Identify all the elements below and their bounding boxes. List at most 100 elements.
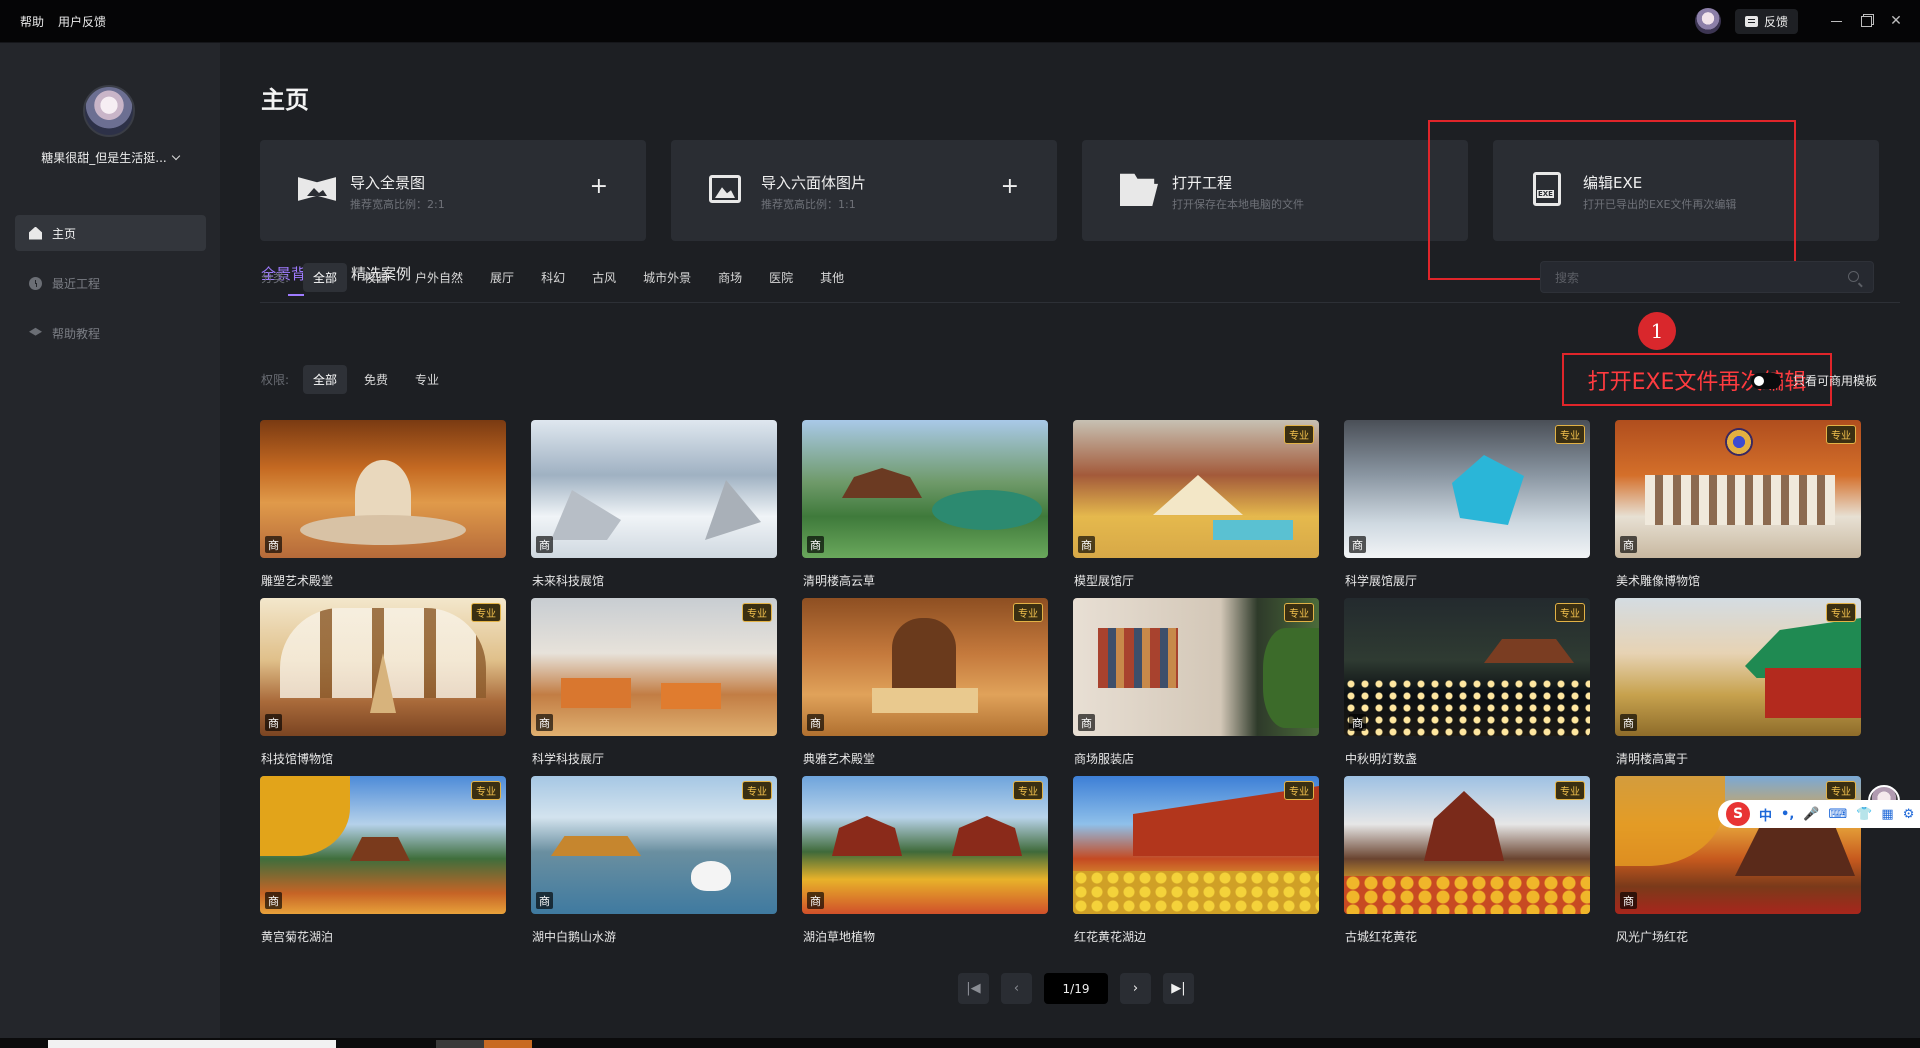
template-card[interactable]: 专业商模型展馆厅: [1073, 420, 1319, 598]
profile-name[interactable]: 糖果很甜_但是生活挺...: [0, 149, 220, 166]
commercial-badge: 商: [1078, 714, 1095, 731]
permission-filter-label: 权限:: [261, 373, 290, 387]
menu-help[interactable]: 帮助: [14, 9, 50, 34]
template-name: 美术雕像博物馆: [1616, 574, 1701, 588]
sidebar: 糖果很甜_但是生活挺... 主页 最近工程 帮助教程: [0, 43, 220, 1038]
category-chip-campus[interactable]: 校园: [354, 263, 398, 292]
template-card[interactable]: 专业商湖泊草地植物: [802, 776, 1048, 954]
template-card[interactable]: 专业商黄宫菊花湖泊: [260, 776, 506, 954]
template-thumbnail[interactable]: 专业商: [260, 598, 506, 736]
template-thumbnail[interactable]: 专业商: [1615, 420, 1861, 558]
template-thumbnail[interactable]: 商: [802, 420, 1048, 558]
prev-page-button[interactable]: ‹: [1001, 973, 1032, 1004]
template-thumbnail[interactable]: 专业商: [260, 776, 506, 914]
category-chip-other[interactable]: 其他: [810, 263, 854, 292]
template-thumbnail[interactable]: 专业商: [1344, 420, 1590, 558]
template-card[interactable]: 专业商典雅艺术殿堂: [802, 598, 1048, 776]
category-chip-outdoor[interactable]: 户外自然: [405, 263, 473, 292]
punctuation-icon[interactable]: •,: [1781, 807, 1794, 822]
template-name: 典雅艺术殿堂: [803, 752, 876, 766]
next-page-button[interactable]: ›: [1120, 973, 1151, 1004]
profile-avatar[interactable]: [83, 85, 135, 137]
toolbox-icon[interactable]: ▦: [1881, 807, 1893, 822]
search-icon[interactable]: [1848, 271, 1859, 282]
taskbar-item[interactable]: [484, 1040, 532, 1048]
template-card[interactable]: 商清明楼高云草: [802, 420, 1048, 598]
template-thumbnail[interactable]: 专业商: [802, 776, 1048, 914]
page-indicator[interactable]: 1/19: [1044, 973, 1108, 1004]
template-thumbnail[interactable]: 专业商: [531, 776, 777, 914]
commercial-only-toggle[interactable]: 只看可商用模板: [1751, 372, 1877, 389]
template-thumbnail[interactable]: 专业商: [1344, 598, 1590, 736]
permission-chip-all[interactable]: 全部: [303, 365, 348, 394]
import-panorama-card[interactable]: 导入全景图 推荐宽高比例：2:1 +: [260, 140, 646, 241]
feedback-button[interactable]: 反馈: [1734, 8, 1798, 34]
template-card[interactable]: 专业商红花黄花湖边: [1073, 776, 1319, 954]
first-page-button[interactable]: |◀: [958, 973, 989, 1004]
template-thumbnail[interactable]: 专业商: [1073, 598, 1319, 736]
template-thumbnail[interactable]: 专业商: [802, 598, 1048, 736]
plus-icon: +: [589, 174, 608, 199]
ime-toolbar[interactable]: S 中 •, 🎤 ⌨ 👕 ▦ ⚙: [1718, 800, 1920, 828]
category-chip-all[interactable]: 全部: [303, 263, 348, 292]
open-project-card[interactable]: 打开工程 打开保存在本地电脑的文件: [1082, 140, 1468, 241]
sidebar-item-help-tutorial[interactable]: 帮助教程: [15, 315, 206, 351]
close-button[interactable]: ✕: [1882, 0, 1910, 43]
keyboard-icon[interactable]: ⌨: [1828, 807, 1847, 822]
template-thumbnail[interactable]: 专业商: [1615, 776, 1861, 914]
permission-chip-free[interactable]: 免费: [354, 365, 398, 394]
card-title: 导入六面体图片: [761, 174, 867, 192]
sidebar-nav: 主页 最近工程 帮助教程: [15, 215, 206, 365]
menu-user-feedback[interactable]: 用户反馈: [52, 9, 112, 34]
settings-gear-icon[interactable]: ⚙: [1903, 807, 1915, 822]
last-page-button[interactable]: ▶|: [1163, 973, 1194, 1004]
template-thumbnail[interactable]: 商: [260, 420, 506, 558]
category-chip-hospital[interactable]: 医院: [759, 263, 803, 292]
taskbar-strip: [0, 1038, 1920, 1048]
category-chip-scifi[interactable]: 科幻: [531, 263, 575, 292]
template-thumbnail[interactable]: 专业商: [1344, 776, 1590, 914]
template-name: 红花黄花湖边: [1074, 930, 1147, 944]
template-card[interactable]: 专业商清明楼高寓于: [1615, 598, 1861, 776]
template-thumbnail[interactable]: 商: [531, 420, 777, 558]
template-card[interactable]: 专业商湖中白鹅山水游: [531, 776, 777, 954]
import-cube-images-card[interactable]: 导入六面体图片 推荐宽高比例：1:1 +: [671, 140, 1057, 241]
template-card[interactable]: 专业商美术雕像博物馆: [1615, 420, 1861, 598]
microphone-icon[interactable]: 🎤: [1803, 807, 1819, 822]
sidebar-item-recent-projects[interactable]: 最近工程: [15, 265, 206, 301]
minimize-button[interactable]: [1822, 0, 1850, 43]
permission-chip-pro[interactable]: 专业: [405, 365, 449, 394]
template-card[interactable]: 商雕塑艺术殿堂: [260, 420, 506, 598]
category-chip-exhibition[interactable]: 展厅: [480, 263, 524, 292]
template-card[interactable]: 专业商中秋明灯数盏: [1344, 598, 1590, 776]
template-thumbnail[interactable]: 专业商: [1073, 420, 1319, 558]
category-chip-ancient[interactable]: 古风: [582, 263, 626, 292]
skin-icon[interactable]: 👕: [1856, 807, 1872, 822]
template-thumbnail[interactable]: 专业商: [1615, 598, 1861, 736]
category-chip-mall[interactable]: 商场: [708, 263, 752, 292]
template-card[interactable]: 专业商古城红花黄花: [1344, 776, 1590, 954]
tab-divider: [260, 302, 1900, 303]
folder-icon: [1120, 173, 1158, 206]
user-avatar[interactable]: [1694, 8, 1721, 34]
sogou-logo-icon[interactable]: S: [1726, 802, 1750, 826]
taskbar-thumbnail[interactable]: [48, 1040, 336, 1048]
template-thumbnail[interactable]: 专业商: [1073, 776, 1319, 914]
sidebar-item-home[interactable]: 主页: [15, 215, 206, 251]
maximize-button[interactable]: [1852, 0, 1880, 43]
template-thumbnail[interactable]: 专业商: [531, 598, 777, 736]
toggle-switch[interactable]: [1751, 372, 1781, 389]
pro-badge: 专业: [1284, 425, 1314, 444]
commercial-badge: 商: [1620, 892, 1637, 909]
search-input[interactable]: 搜索: [1540, 261, 1874, 293]
username: 糖果很甜_但是生活挺...: [41, 151, 167, 165]
taskbar-item[interactable]: [436, 1040, 484, 1048]
template-card[interactable]: 专业商商场服装店: [1073, 598, 1319, 776]
template-card[interactable]: 专业商科学展馆展厅: [1344, 420, 1590, 598]
commercial-badge: 商: [265, 892, 282, 909]
category-chip-city[interactable]: 城市外景: [633, 263, 701, 292]
template-card[interactable]: 专业商科学科技展厅: [531, 598, 777, 776]
ime-mode-icon[interactable]: 中: [1759, 805, 1772, 824]
template-card[interactable]: 商未来科技展馆: [531, 420, 777, 598]
template-card[interactable]: 专业商科技馆博物馆: [260, 598, 506, 776]
